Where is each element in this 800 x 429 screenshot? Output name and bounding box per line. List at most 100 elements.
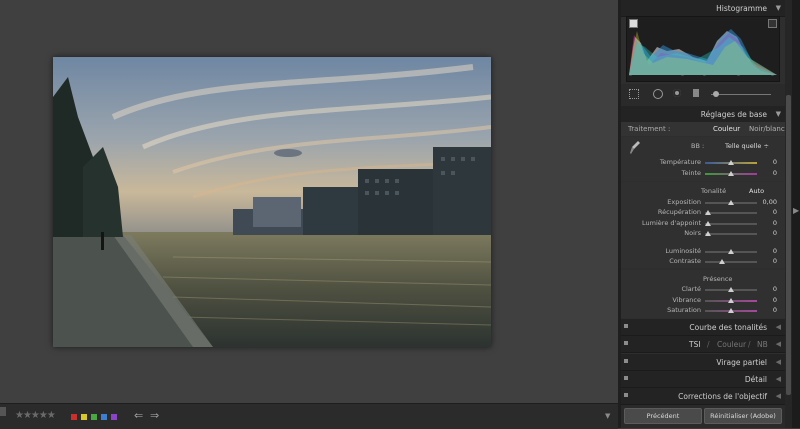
wb-label: BB : xyxy=(691,142,705,150)
hsl-slash-2: / xyxy=(748,340,751,349)
collapse-triangle-icon[interactable]: ▼ xyxy=(776,4,781,12)
hsl-slash-1: / xyxy=(707,340,710,349)
color-label-red[interactable] xyxy=(71,414,77,420)
tone-curve-header[interactable]: Courbe des tonalités ◀ xyxy=(621,319,785,336)
expand-triangle-icon[interactable]: ◀ xyxy=(776,375,781,383)
panel-buttons: Précédent Réinitialiser (Adobe) xyxy=(621,405,785,428)
fill-light-value[interactable]: 0 xyxy=(773,219,777,227)
shadow-clipping-toggle[interactable] xyxy=(629,19,638,28)
color-label-purple[interactable] xyxy=(111,414,117,420)
contrast-value[interactable]: 0 xyxy=(773,257,777,265)
eyedropper-icon[interactable] xyxy=(630,141,640,155)
image-view[interactable] xyxy=(0,0,618,403)
tint-value[interactable]: 0 xyxy=(773,169,777,177)
contrast-slider[interactable] xyxy=(705,261,757,263)
right-panel-edge[interactable]: ▶ xyxy=(792,0,800,428)
previous-photo-arrow-icon[interactable]: ⇐ xyxy=(134,409,143,422)
reset-button[interactable]: Réinitialiser (Adobe) xyxy=(704,408,782,424)
hsl-bw-tab[interactable]: NB xyxy=(757,340,768,349)
tone-curve-title: Courbe des tonalités xyxy=(689,323,767,332)
panel-toggle-switch-icon[interactable] xyxy=(624,393,628,397)
white-balance-section: BB : Telle quelle ÷ Température 0 Teinte… xyxy=(621,137,785,181)
toolbar-menu-chevron-icon[interactable]: ▼ xyxy=(605,412,610,420)
lens-corrections-header[interactable]: Corrections de l'objectif ◀ xyxy=(621,388,785,405)
basic-header[interactable]: Réglages de base ▼ xyxy=(621,106,785,123)
blacks-slider[interactable] xyxy=(705,233,757,235)
hsl-tab[interactable]: TSI xyxy=(689,340,701,349)
contrast-knob[interactable] xyxy=(719,259,725,264)
tool-strip xyxy=(621,84,785,107)
red-eye-icon[interactable] xyxy=(673,89,681,97)
histogram-header[interactable]: Histogramme ▼ xyxy=(621,0,785,17)
treatment-row: Traitement : Couleur Noir/blanc xyxy=(621,122,785,136)
fill-light-knob[interactable] xyxy=(705,221,711,226)
panel-toggle-switch-icon[interactable] xyxy=(624,324,628,328)
graduated-filter-icon[interactable] xyxy=(693,89,699,97)
tone-title: Tonalité xyxy=(701,187,727,195)
expand-triangle-icon[interactable]: ◀ xyxy=(776,340,781,348)
brightness-value[interactable]: 0 xyxy=(773,247,777,255)
vibrance-value[interactable]: 0 xyxy=(773,296,777,304)
toolbar-grip[interactable] xyxy=(0,407,6,416)
brightness-label: Luminosité xyxy=(665,247,701,255)
highlight-clipping-toggle[interactable] xyxy=(768,19,777,28)
panel-toggle-switch-icon[interactable] xyxy=(624,341,628,345)
recovery-slider[interactable] xyxy=(705,212,757,214)
develop-panel: Histogramme ▼ – – – – – Réglages de base… xyxy=(621,0,785,428)
adjustment-brush-icon[interactable] xyxy=(711,94,771,95)
split-toning-header[interactable]: Virage partiel ◀ xyxy=(621,354,785,371)
tone-section: Tonalité Auto Exposition 0,00 Récupérati… xyxy=(621,182,785,268)
exposure-label: Exposition xyxy=(667,198,701,206)
treatment-color-option[interactable]: Couleur xyxy=(713,125,740,133)
brightness-knob[interactable] xyxy=(728,249,734,254)
rating-stars[interactable]: ★★★★★ xyxy=(15,410,56,421)
color-label-green[interactable] xyxy=(91,414,97,420)
saturation-knob[interactable] xyxy=(728,308,734,313)
clarity-value[interactable]: 0 xyxy=(773,285,777,293)
panel-scrollbar[interactable] xyxy=(785,0,792,428)
panel-toggle-switch-icon[interactable] xyxy=(624,376,628,380)
presence-title: Présence xyxy=(703,275,733,283)
tint-knob[interactable] xyxy=(728,171,734,176)
toolbar: ★★★★★ ⇐ ⇒ ▼ xyxy=(0,403,618,429)
tint-label: Teinte xyxy=(681,169,701,177)
temperature-label: Température xyxy=(659,158,701,166)
photo-preview[interactable] xyxy=(53,57,491,347)
exposure-value[interactable]: 0,00 xyxy=(763,198,777,206)
exposure-knob[interactable] xyxy=(728,200,734,205)
recovery-knob[interactable] xyxy=(705,210,711,215)
color-label-yellow[interactable] xyxy=(81,414,87,420)
collapse-panel-arrow-icon[interactable]: ▶ xyxy=(793,206,799,215)
hsl-color-tab[interactable]: Couleur xyxy=(717,340,746,349)
temperature-knob[interactable] xyxy=(728,160,734,165)
clarity-label: Clarté xyxy=(681,285,701,293)
expand-triangle-icon[interactable]: ◀ xyxy=(776,392,781,400)
panel-toggle-switch-icon[interactable] xyxy=(624,359,628,363)
clarity-knob[interactable] xyxy=(728,287,734,292)
detail-header[interactable]: Détail ◀ xyxy=(621,371,785,388)
next-photo-arrow-icon[interactable]: ⇒ xyxy=(150,409,159,422)
auto-tone-button[interactable]: Auto xyxy=(749,187,764,195)
blacks-value[interactable]: 0 xyxy=(773,229,777,237)
histogram-ticks: – – – – – xyxy=(629,72,774,79)
blacks-knob[interactable] xyxy=(705,231,711,236)
vibrance-knob[interactable] xyxy=(728,298,734,303)
hsl-header[interactable]: TSI / Couleur / NB ◀ xyxy=(621,336,785,353)
treatment-bw-option[interactable]: Noir/blanc xyxy=(749,125,785,133)
color-label-blue[interactable] xyxy=(101,414,107,420)
recovery-value[interactable]: 0 xyxy=(773,208,777,216)
brush-knob-icon[interactable] xyxy=(713,91,719,97)
scrollbar-thumb[interactable] xyxy=(786,95,791,395)
wb-select[interactable]: Telle quelle ÷ xyxy=(725,142,769,150)
vibrance-label: Vibrance xyxy=(672,296,701,304)
collapse-triangle-icon[interactable]: ▼ xyxy=(776,110,781,118)
expand-triangle-icon[interactable]: ◀ xyxy=(776,323,781,331)
expand-triangle-icon[interactable]: ◀ xyxy=(776,358,781,366)
crop-icon[interactable] xyxy=(629,89,639,99)
temperature-value[interactable]: 0 xyxy=(773,158,777,166)
spot-removal-icon[interactable] xyxy=(653,89,663,99)
saturation-value[interactable]: 0 xyxy=(773,306,777,314)
previous-button[interactable]: Précédent xyxy=(624,408,702,424)
split-toning-title: Virage partiel xyxy=(716,358,767,367)
fill-light-slider[interactable] xyxy=(705,223,757,225)
